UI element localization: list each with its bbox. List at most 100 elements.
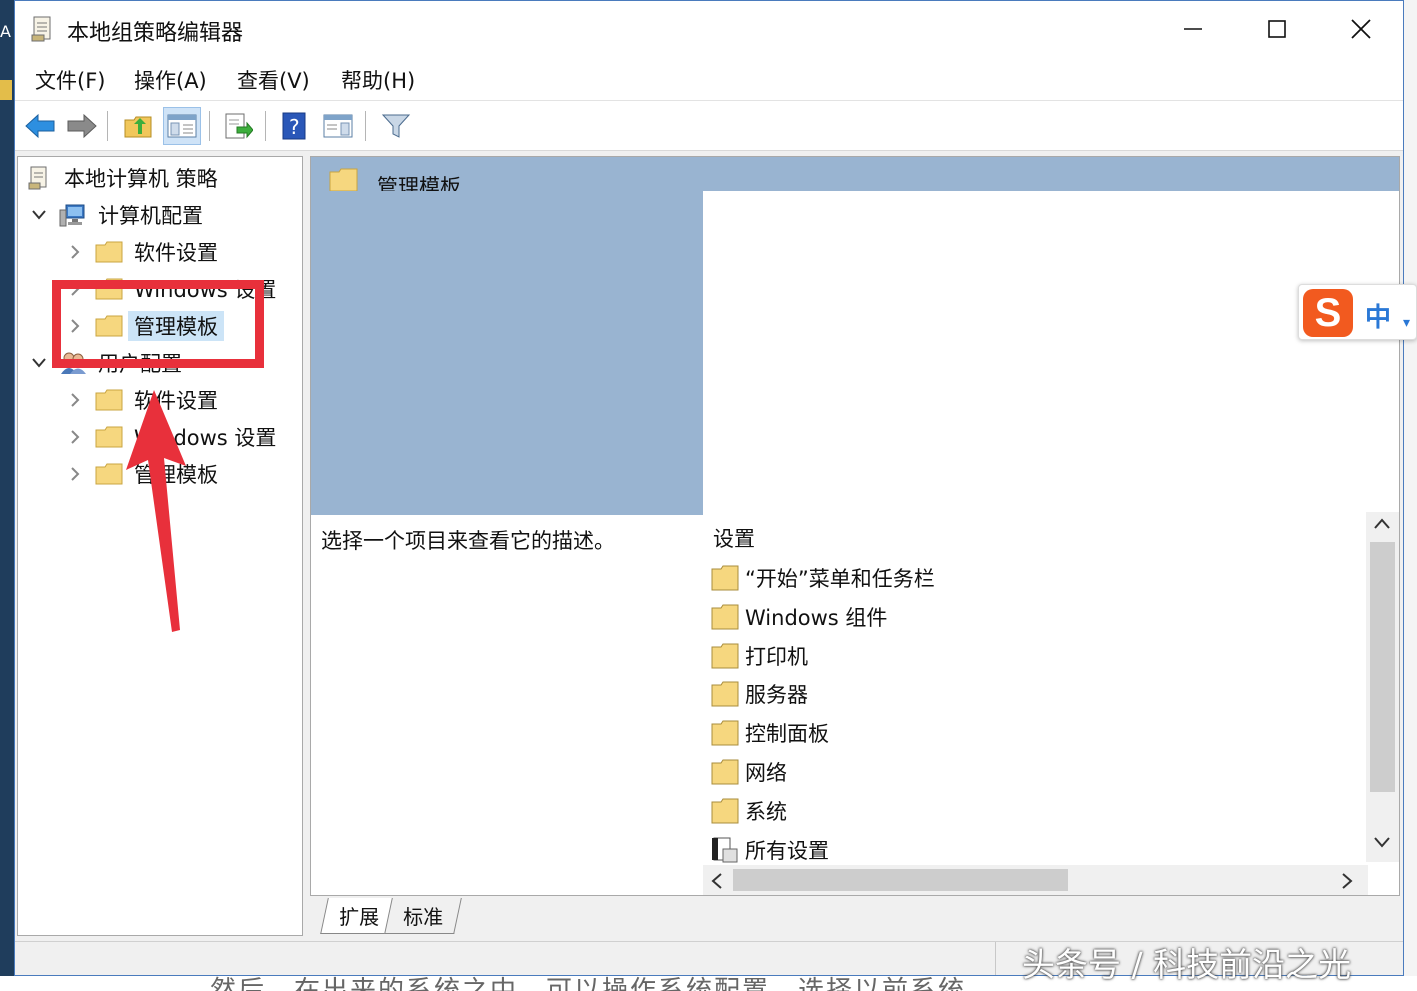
window-title: 本地组策略编辑器 (67, 21, 244, 46)
folder-icon (711, 680, 739, 708)
list-item-label: 所有设置 (745, 839, 829, 863)
tree-label: 软件设置 (134, 241, 218, 265)
list-item[interactable]: 打印机 (711, 638, 808, 674)
folder-icon (711, 797, 739, 825)
details-pane: 管理模板 选择一个项目来查看它的描述。 设置 “开始”菜单和任务栏 Window… (310, 156, 1400, 896)
list-item-label: 服务器 (745, 683, 808, 707)
list-item[interactable]: 系统 (711, 793, 787, 829)
vertical-scroll-thumb[interactable] (1370, 542, 1395, 792)
maximize-button[interactable] (1247, 9, 1307, 49)
all-settings-icon (711, 836, 739, 864)
sogou-logo-icon: S (1303, 289, 1353, 337)
chevron-down-icon[interactable] (28, 357, 50, 369)
tree-label: 计算机配置 (98, 204, 203, 228)
list-item[interactable]: 所有设置 (711, 832, 829, 868)
ime-toolbar[interactable]: S 中 ▾ (1298, 284, 1417, 340)
tree-item-root[interactable]: 本地计算机 策略 (24, 161, 218, 195)
description-panel (311, 191, 703, 515)
minimize-button[interactable] (1163, 9, 1223, 49)
horizontal-scroll-thumb[interactable] (733, 869, 1068, 891)
menu-action[interactable]: 操作(A) (130, 65, 211, 95)
computer-icon (58, 202, 88, 228)
maximize-icon (1268, 20, 1286, 38)
toolbar: ? (15, 101, 1403, 151)
menu-view[interactable]: 查看(V) (233, 65, 314, 95)
red-highlight-box (52, 280, 264, 368)
policy-editor-app-icon (31, 15, 53, 43)
watermark: 头条号 / 科技前沿之光 (1022, 945, 1352, 984)
desktop-text-fragment: A (0, 22, 11, 41)
list-item-label: 系统 (745, 800, 787, 824)
forward-arrow-icon (67, 113, 97, 139)
list-item-label: Windows 组件 (745, 606, 888, 630)
tree-item-computer-config[interactable]: 计算机配置 (28, 198, 203, 232)
scroll-up-icon[interactable] (1372, 516, 1392, 536)
close-icon (1351, 19, 1371, 39)
desktop-left-edge: A (0, 0, 14, 991)
tab-standard[interactable]: 标准 (384, 898, 462, 934)
chevron-right-icon[interactable] (64, 244, 86, 260)
console-tree-icon (167, 114, 197, 138)
list-item[interactable]: 控制面板 (711, 715, 829, 751)
chevron-right-icon[interactable] (64, 392, 86, 408)
tree-label: 本地计算机 策略 (64, 167, 218, 191)
scroll-right-icon[interactable] (1339, 871, 1355, 895)
details-header (311, 157, 1399, 191)
export-list-icon (225, 113, 253, 139)
tree-item-cc-software-settings[interactable]: 软件设置 (64, 235, 218, 269)
folder-icon (711, 719, 739, 747)
title-bar: 本地组策略编辑器 (15, 1, 1403, 57)
desktop-icon-fragment (0, 80, 12, 100)
chevron-down-icon[interactable] (28, 209, 50, 221)
list-item[interactable]: “开始”菜单和任务栏 (711, 560, 935, 596)
chevron-down-icon[interactable]: ▾ (1403, 315, 1410, 331)
list-item-label: 网络 (745, 761, 787, 785)
chevron-right-icon[interactable] (64, 429, 86, 445)
folder-icon (711, 758, 739, 786)
background-window-edge (1403, 0, 1417, 976)
folder-up-icon (124, 116, 152, 138)
scroll-down-icon[interactable] (1372, 834, 1392, 854)
minimize-icon (1184, 28, 1202, 30)
list-item[interactable]: Windows 组件 (711, 599, 887, 635)
column-header-settings[interactable]: 设置 (713, 523, 755, 553)
svg-text:?: ? (289, 115, 300, 139)
toolbar-separator (265, 111, 266, 141)
menu-help[interactable]: 帮助(H) (337, 65, 419, 95)
folder-icon (711, 642, 739, 670)
back-button[interactable] (21, 107, 59, 145)
help-book-icon: ? (282, 112, 306, 140)
up-level-button[interactable] (119, 107, 157, 145)
folder-icon (94, 239, 124, 265)
status-divider (995, 942, 996, 975)
horizontal-scrollbar[interactable] (703, 865, 1368, 895)
list-item[interactable]: 网络 (711, 754, 787, 790)
gpedit-window: 本地组策略编辑器 文件(F) 操作(A) 查看(V) 帮助(H) ? 本地计算机… (14, 0, 1404, 976)
scroll-left-icon[interactable] (709, 871, 725, 895)
help-button[interactable]: ? (275, 107, 313, 145)
export-list-button[interactable] (219, 107, 257, 145)
toolbar-separator (365, 111, 366, 141)
close-button[interactable] (1331, 9, 1391, 49)
list-item-label: 打印机 (745, 645, 808, 669)
background-article-text: 然后，在出来的系统之中，可以操作系统配置，选择以前系统 (210, 976, 967, 991)
folder-icon (711, 603, 739, 631)
back-arrow-icon (25, 113, 55, 139)
filter-button[interactable] (377, 107, 415, 145)
toolbar-separator (209, 111, 210, 141)
chevron-right-icon[interactable] (64, 466, 86, 482)
description-text: 选择一个项目来查看它的描述。 (321, 529, 615, 553)
list-item-label: “开始”菜单和任务栏 (745, 567, 935, 591)
list-item[interactable]: 服务器 (711, 676, 808, 712)
show-hide-tree-button[interactable] (163, 107, 201, 145)
action-pane-icon (323, 114, 353, 138)
filter-funnel-icon (381, 114, 411, 138)
tab-label: 标准 (403, 905, 444, 929)
show-hide-action-pane-button[interactable] (319, 107, 357, 145)
folder-icon (711, 564, 739, 592)
menu-file[interactable]: 文件(F) (31, 65, 109, 95)
ime-language-indicator[interactable]: 中 (1365, 297, 1391, 334)
red-arrow-annotation (126, 390, 186, 632)
forward-button[interactable] (63, 107, 101, 145)
vertical-scrollbar[interactable] (1366, 512, 1399, 862)
